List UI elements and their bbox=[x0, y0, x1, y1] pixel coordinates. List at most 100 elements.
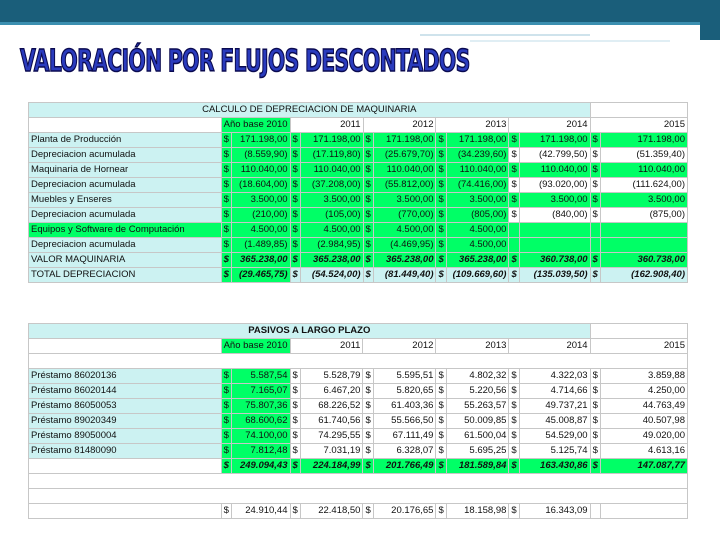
value-cell: 49.737,21 bbox=[518, 398, 591, 414]
currency-symbol: $ bbox=[435, 458, 447, 474]
table-row: Muebles y Enseres $3.500,00 $3.500,00 $3.50… bbox=[28, 192, 689, 208]
value-cell: 5.695,25 bbox=[445, 443, 510, 459]
value-cell: (4.469,95) bbox=[372, 237, 437, 253]
row-label: Muebles y Enseres bbox=[28, 192, 222, 208]
row-label: Préstamo 86050053 bbox=[28, 398, 222, 414]
value-cell: 5.528,79 bbox=[299, 368, 364, 384]
currency-symbol: $ bbox=[508, 192, 520, 208]
value-cell: 5.595,51 bbox=[372, 368, 437, 384]
table-row: Préstamo 86020144 $7.165,07 $6.467,20 $5.82… bbox=[28, 383, 689, 399]
value-cell: (805,00) bbox=[445, 207, 510, 223]
value-cell: 50.009,85 bbox=[445, 413, 510, 429]
spacer-row bbox=[28, 353, 688, 369]
value-cell: 4.250,00 bbox=[599, 383, 689, 399]
slide-title: VALORACIÓN POR FLUJOS DESCONTADOS bbox=[19, 43, 470, 80]
row-label: Préstamo 86020144 bbox=[28, 383, 222, 399]
decor-line bbox=[420, 34, 590, 36]
empty-cell bbox=[589, 102, 689, 118]
currency-symbol: $ bbox=[220, 252, 232, 268]
currency-symbol: $ bbox=[435, 383, 447, 399]
value-cell: 365.238,00 bbox=[372, 252, 437, 268]
currency-symbol: $ bbox=[289, 443, 301, 459]
currency-symbol: $ bbox=[289, 147, 301, 163]
row-label: Préstamo 86020136 bbox=[28, 368, 222, 384]
currency-symbol: $ bbox=[362, 443, 374, 459]
currency-symbol: $ bbox=[508, 267, 520, 283]
empty-cell bbox=[589, 323, 689, 339]
currency-symbol: $ bbox=[435, 207, 447, 223]
value-cell: 3.500,00 bbox=[599, 192, 689, 208]
currency-symbol: $ bbox=[589, 368, 601, 384]
value-cell: (105,00) bbox=[299, 207, 364, 223]
value-cell: 6.467,20 bbox=[299, 383, 364, 399]
currency-symbol: $ bbox=[289, 162, 301, 178]
row-label: Maquinaria de Hornear bbox=[28, 162, 222, 178]
currency-symbol: $ bbox=[362, 368, 374, 384]
currency-symbol: $ bbox=[220, 443, 232, 459]
currency-symbol: $ bbox=[362, 428, 374, 444]
section-title-row: PASIVOS A LARGO PLAZO bbox=[28, 323, 689, 339]
year-header: Año base 2010 bbox=[220, 117, 291, 133]
footer-row: $24.910,44 $22.418,50 $20.176,65 $18.158,98… bbox=[28, 503, 689, 519]
table-row: Préstamo 86020136 $5.587,54 $5.528,79 $5.59… bbox=[28, 368, 689, 384]
currency-symbol: $ bbox=[589, 443, 601, 459]
value-cell: 3.500,00 bbox=[230, 192, 291, 208]
currency-symbol: $ bbox=[435, 237, 447, 253]
value-cell: (1.489,85) bbox=[230, 237, 291, 253]
currency-symbol: $ bbox=[220, 428, 232, 444]
value-cell: 3.500,00 bbox=[445, 192, 510, 208]
currency-symbol: $ bbox=[362, 162, 374, 178]
empty-cell bbox=[28, 503, 222, 519]
currency-symbol: $ bbox=[362, 177, 374, 193]
value-cell: 365.238,00 bbox=[445, 252, 510, 268]
value-cell: 4.500,00 bbox=[445, 237, 510, 253]
year-header: 2012 bbox=[362, 338, 437, 354]
total-value: 249.094,43 bbox=[230, 458, 291, 474]
value-cell: 365.238,00 bbox=[299, 252, 364, 268]
value-cell bbox=[518, 237, 591, 253]
currency-symbol: $ bbox=[435, 267, 447, 283]
currency-symbol: $ bbox=[362, 192, 374, 208]
value-cell: 7.812,48 bbox=[230, 443, 291, 459]
total-value: 163.430,86 bbox=[518, 458, 591, 474]
currency-symbol: $ bbox=[508, 503, 520, 519]
currency-symbol: $ bbox=[435, 413, 447, 429]
value-cell: 49.020,00 bbox=[599, 428, 689, 444]
currency-symbol: $ bbox=[220, 177, 232, 193]
value-cell: 171.198,00 bbox=[445, 132, 510, 148]
value-cell: (54.524,00) bbox=[299, 267, 364, 283]
value-cell: (42.799,50) bbox=[518, 147, 591, 163]
value-cell: 3.500,00 bbox=[299, 192, 364, 208]
currency-symbol: $ bbox=[435, 503, 447, 519]
currency-symbol: $ bbox=[289, 222, 301, 238]
value-cell: (2.984,95) bbox=[299, 237, 364, 253]
currency-symbol: $ bbox=[289, 132, 301, 148]
table-row: Depreciacion acumulada $ (210,00) $ (105,00)… bbox=[28, 207, 689, 223]
value-cell: 171.198,00 bbox=[518, 132, 591, 148]
currency-symbol: $ bbox=[220, 222, 232, 238]
currency-symbol: $ bbox=[220, 147, 232, 163]
row-label: Planta de Producción bbox=[28, 132, 222, 148]
currency-symbol: $ bbox=[289, 383, 301, 399]
row-label: Depreciacion acumulada bbox=[28, 147, 222, 163]
value-cell: 171.198,00 bbox=[230, 132, 291, 148]
currency-symbol: $ bbox=[289, 398, 301, 414]
currency-symbol: $ bbox=[508, 413, 520, 429]
row-label: VALOR MAQUINARIA bbox=[28, 252, 222, 268]
currency-symbol: $ bbox=[220, 383, 232, 399]
currency-symbol: $ bbox=[289, 207, 301, 223]
currency-symbol: $ bbox=[362, 207, 374, 223]
currency-symbol: $ bbox=[589, 458, 601, 474]
currency-symbol: $ bbox=[508, 147, 520, 163]
value-cell: 3.500,00 bbox=[372, 192, 437, 208]
table-row: Planta de Producción $171.198,00 $171.198,… bbox=[28, 132, 689, 148]
section-title: PASIVOS A LARGO PLAZO bbox=[28, 323, 591, 339]
year-header: 2014 bbox=[508, 117, 591, 133]
value-cell bbox=[518, 222, 591, 238]
footer-value: 16.343,09 bbox=[518, 503, 591, 519]
table-row: Depreciacion acumulada $ (8.559,90) $ (17.11… bbox=[28, 147, 689, 163]
table-row: Préstamo 81480090 $7.812,48 $7.031,19 $6.32… bbox=[28, 443, 689, 459]
currency-symbol: $ bbox=[362, 132, 374, 148]
value-cell: 6.328,07 bbox=[372, 443, 437, 459]
currency-symbol: $ bbox=[589, 413, 601, 429]
